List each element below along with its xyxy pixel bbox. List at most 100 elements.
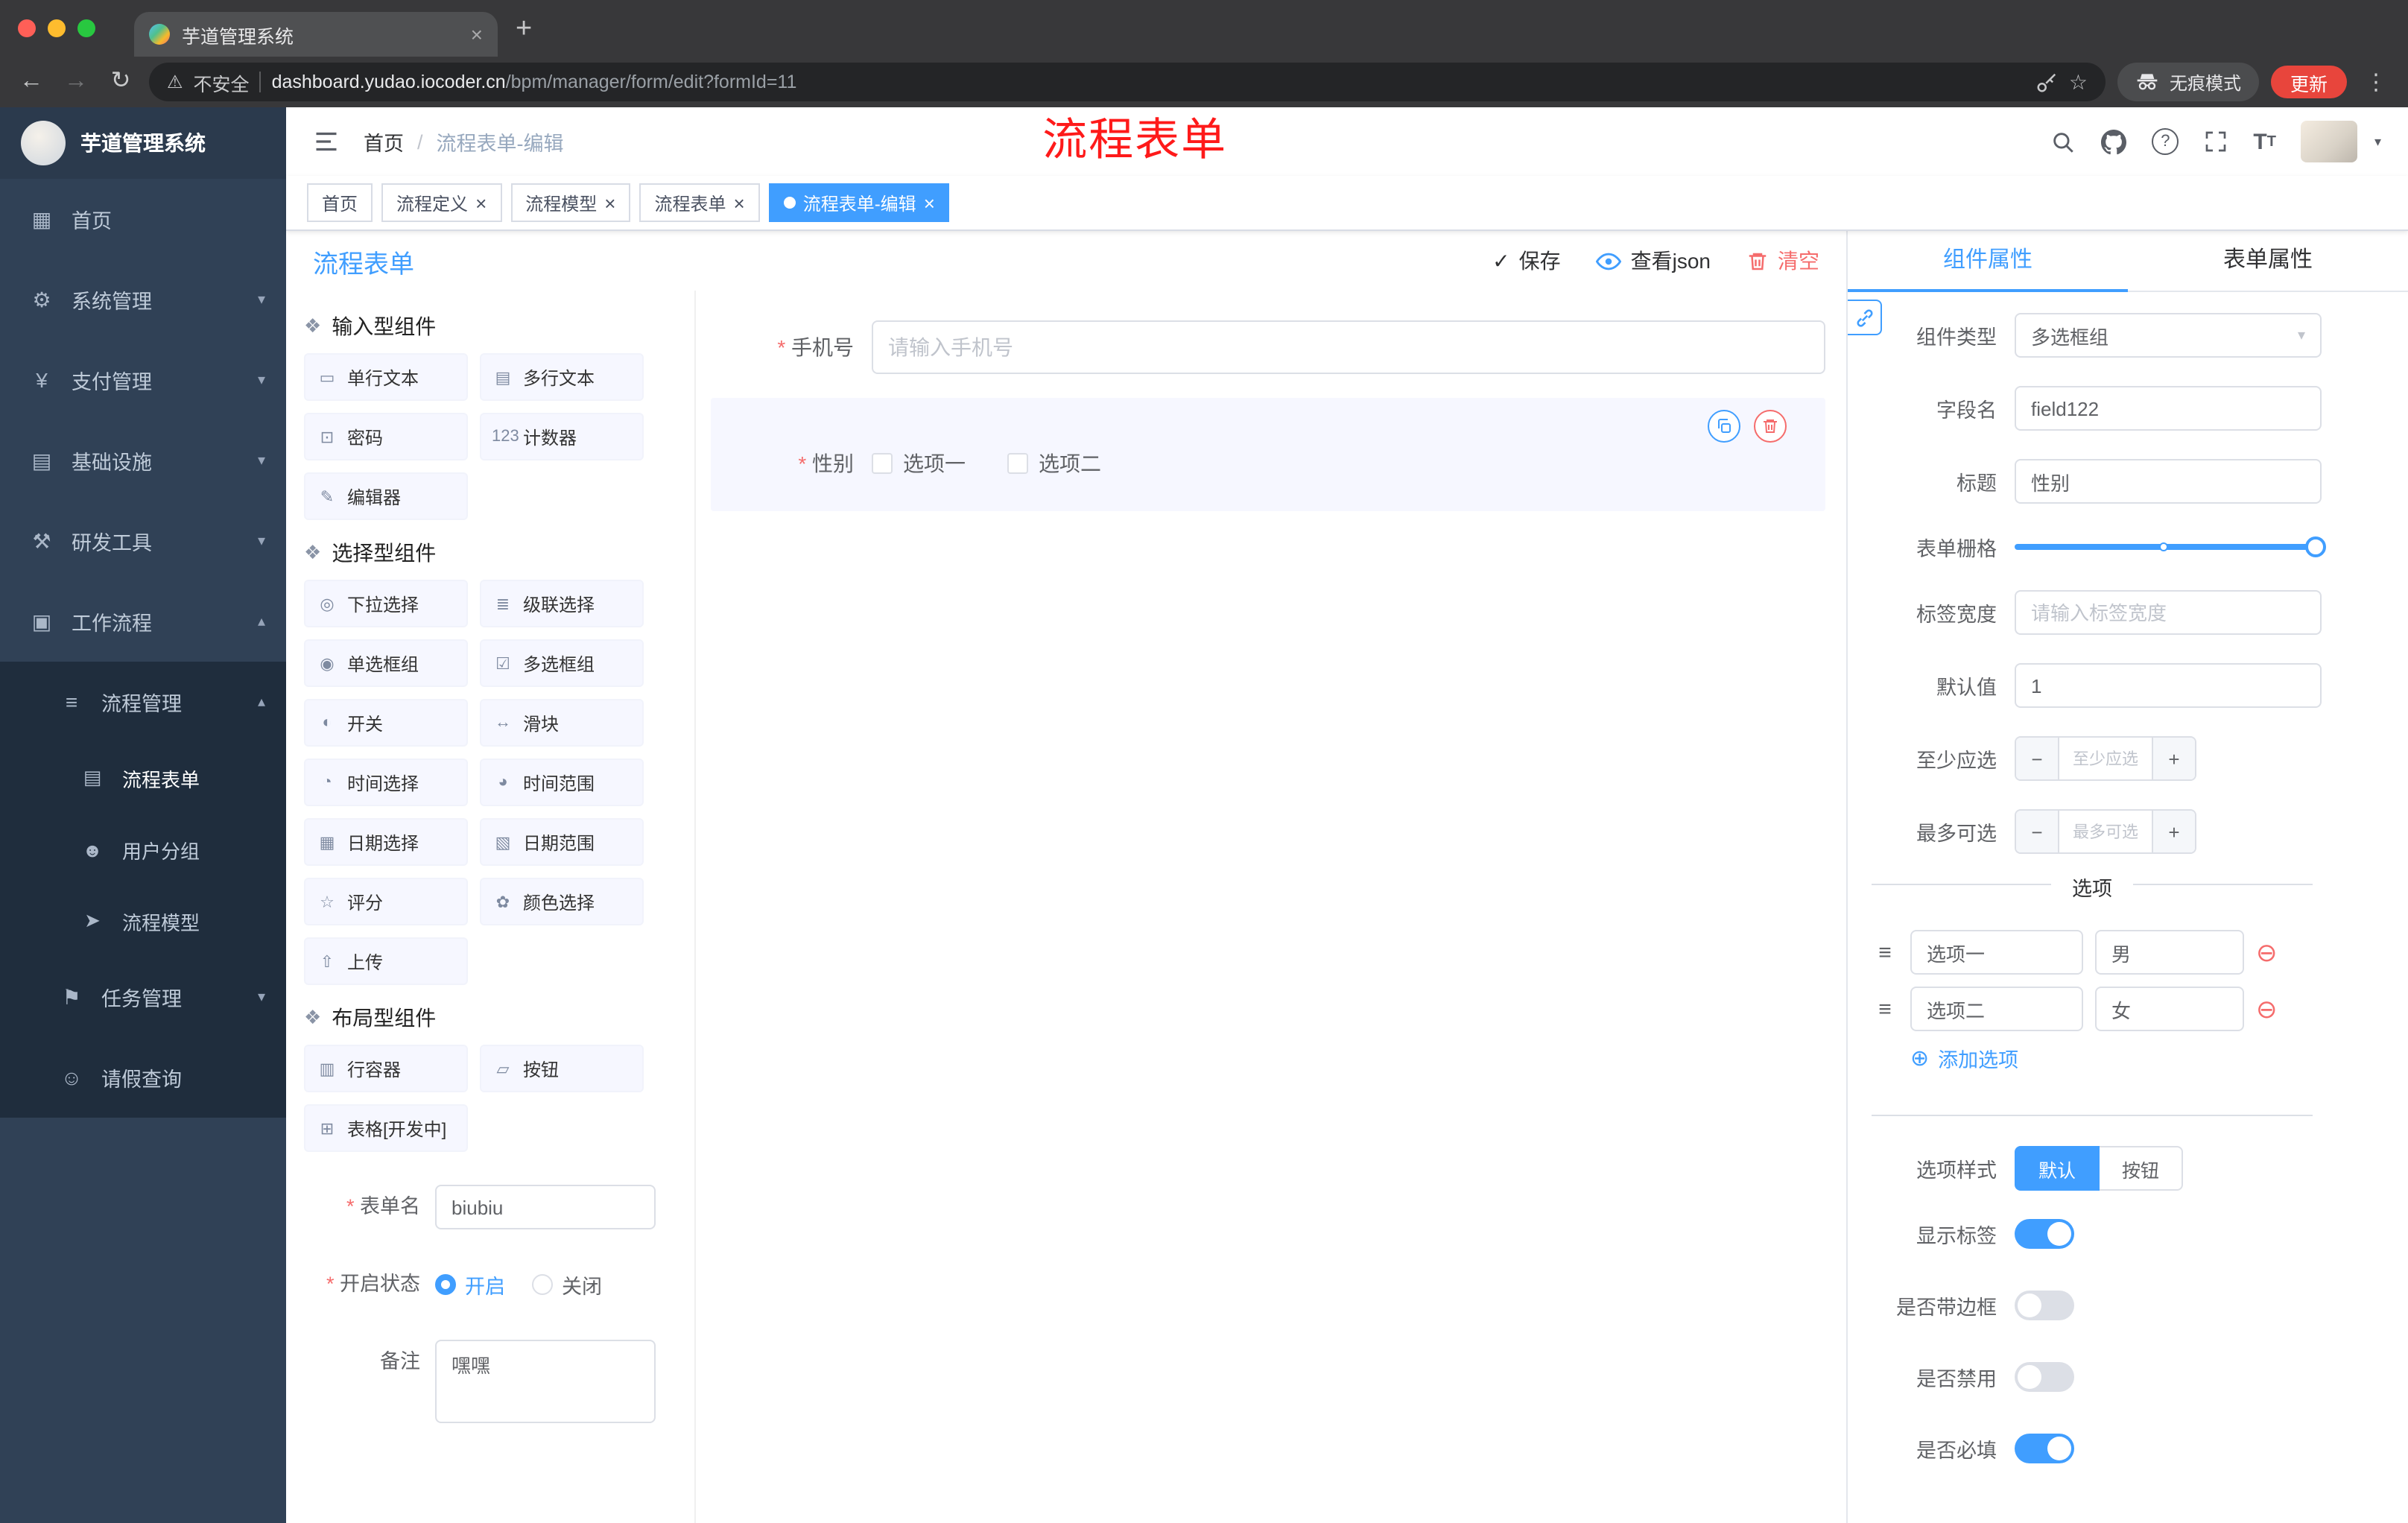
component-radio-group[interactable]: ◉ 单选框组 — [304, 639, 468, 687]
phone-input[interactable] — [872, 320, 1825, 374]
tag-process-model[interactable]: 流程模型 × — [510, 183, 631, 222]
component-single-line-text[interactable]: ▭ 单行文本 — [304, 353, 468, 401]
disabled-switch[interactable] — [2015, 1362, 2074, 1392]
hamburger-icon[interactable] — [313, 128, 340, 155]
drag-handle-icon[interactable]: ≡ — [1872, 940, 1898, 965]
label-width-input[interactable] — [2015, 590, 2322, 635]
avatar-caret-icon[interactable]: ▾ — [2374, 133, 2381, 150]
component-time-range[interactable]: ◕ 时间范围 — [480, 759, 644, 806]
checkbox[interactable] — [1007, 453, 1028, 474]
reload-button[interactable]: ↻ — [104, 69, 137, 94]
new-tab-button[interactable]: + — [516, 14, 532, 42]
address-bar[interactable]: ⚠ 不安全 dashboard.yudao.iocoder.cn/bpm/man… — [149, 63, 2106, 101]
gender-field-row[interactable]: 性别 选项一 选项二 — [711, 449, 1825, 478]
increase-button[interactable]: + — [2152, 738, 2195, 779]
component-type-select[interactable]: 多选框组 ▾ — [2015, 313, 2322, 358]
gender-option-2[interactable]: 选项二 — [1007, 449, 1101, 478]
decrease-button[interactable]: − — [2016, 738, 2059, 779]
sidebar-item-process-model[interactable]: ➤ 流程模型 — [0, 885, 286, 957]
delete-component-button[interactable] — [1754, 410, 1787, 443]
component-upload[interactable]: ⇧ 上传 — [304, 937, 468, 985]
tag-close-icon[interactable]: × — [475, 193, 487, 212]
update-button[interactable]: 更新 — [2270, 66, 2347, 98]
add-option-button[interactable]: ⊕ 添加选项 — [1910, 1043, 2322, 1073]
slider-handle[interactable] — [2305, 536, 2326, 557]
clear-button[interactable]: 清空 — [1746, 246, 1819, 276]
tag-close-icon[interactable]: × — [734, 193, 745, 212]
option-label-input[interactable] — [1910, 987, 2083, 1031]
help-icon[interactable]: ? — [2152, 128, 2179, 155]
sidebar-item-home[interactable]: ▦ 首页 — [0, 179, 286, 259]
tag-process-form[interactable]: 流程表单 × — [639, 183, 760, 222]
option-label-input[interactable] — [1910, 930, 2083, 975]
back-button[interactable]: ← — [15, 69, 48, 94]
fullscreen-icon[interactable] — [2204, 130, 2228, 153]
browser-menu-icon[interactable]: ⋮ — [2359, 69, 2393, 95]
user-avatar[interactable] — [2301, 121, 2358, 162]
sidebar-item-leave-query[interactable]: ☺ 请假查询 — [0, 1037, 286, 1118]
component-time-picker[interactable]: ◔ 时间选择 — [304, 759, 468, 806]
sidebar-item-devtools[interactable]: ⚒ 研发工具 ▾ — [0, 501, 286, 581]
gender-option-1[interactable]: 选项一 — [872, 449, 966, 478]
style-default-button[interactable]: 默认 — [2015, 1146, 2100, 1191]
checkbox[interactable] — [872, 453, 893, 474]
view-json-button[interactable]: 查看json — [1596, 246, 1711, 276]
browser-tab[interactable]: 芋道管理系统 × — [134, 12, 498, 57]
min-select-value[interactable]: 至少应选 — [2059, 738, 2152, 779]
component-slider[interactable]: ↔ 滑块 — [480, 699, 644, 747]
tag-close-icon[interactable]: × — [604, 193, 615, 212]
option-value-input[interactable] — [2095, 987, 2244, 1031]
form-grid-slider[interactable] — [2015, 536, 2326, 557]
window-close-button[interactable] — [18, 19, 36, 37]
search-icon[interactable] — [2050, 129, 2076, 154]
required-switch[interactable] — [2015, 1434, 2074, 1463]
drag-handle-icon[interactable]: ≡ — [1872, 996, 1898, 1022]
tag-close-icon[interactable]: × — [924, 193, 935, 212]
component-button[interactable]: ▱ 按钮 — [480, 1045, 644, 1092]
component-date-range[interactable]: ▧ 日期范围 — [480, 818, 644, 866]
sidebar-item-infra[interactable]: ▤ 基础设施 ▾ — [0, 420, 286, 501]
component-cascader[interactable]: ≣ 级联选择 — [480, 580, 644, 627]
tag-process-definition[interactable]: 流程定义 × — [381, 183, 502, 222]
field-name-input[interactable] — [2015, 386, 2322, 431]
form-name-input[interactable] — [435, 1185, 656, 1229]
password-key-icon[interactable] — [2036, 71, 2059, 93]
github-icon[interactable] — [2101, 129, 2127, 154]
window-zoom-button[interactable] — [77, 19, 95, 37]
tag-home[interactable]: 首页 — [307, 183, 373, 222]
tab-component-props[interactable]: 组件属性 — [1848, 231, 2128, 292]
sidebar-item-payment[interactable]: ¥ 支付管理 ▾ — [0, 340, 286, 420]
sidebar-item-task-mgmt[interactable]: ⚑ 任务管理 ▾ — [0, 957, 286, 1037]
forward-button[interactable]: → — [60, 69, 92, 94]
form-remark-textarea[interactable]: 嘿嘿 — [435, 1340, 656, 1423]
phone-field-row[interactable]: 手机号 — [711, 320, 1825, 374]
component-table-dev[interactable]: ⊞ 表格[开发中] — [304, 1104, 468, 1152]
sidebar-item-process-form[interactable]: ▤ 流程表单 — [0, 742, 286, 814]
status-on-radio[interactable]: 开启 — [435, 1270, 505, 1299]
sidebar-item-user-group[interactable]: ☻ 用户分组 — [0, 814, 286, 885]
max-select-value[interactable]: 最多可选 — [2059, 811, 2152, 852]
copy-component-button[interactable] — [1708, 410, 1740, 443]
default-value-input[interactable] — [2015, 663, 2322, 708]
component-rate[interactable]: ☆ 评分 — [304, 878, 468, 925]
component-checkbox-group[interactable]: ☑ 多选框组 — [480, 639, 644, 687]
remove-option-icon[interactable]: ⊖ — [2256, 940, 2278, 965]
style-button-button[interactable]: 按钮 — [2100, 1146, 2184, 1191]
font-size-icon[interactable]: TT — [2253, 129, 2276, 154]
sidebar-item-process-mgmt[interactable]: ≡ 流程管理 ▴ — [0, 662, 286, 742]
component-editor[interactable]: ✎ 编辑器 — [304, 472, 468, 520]
window-minimize-button[interactable] — [48, 19, 66, 37]
decrease-button[interactable]: − — [2016, 811, 2059, 852]
option-value-input[interactable] — [2095, 930, 2244, 975]
status-off-radio[interactable]: 关闭 — [532, 1270, 602, 1299]
sidebar-item-system[interactable]: ⚙ 系统管理 ▾ — [0, 259, 286, 340]
show-label-switch[interactable] — [2015, 1219, 2074, 1249]
form-canvas[interactable]: 手机号 — [696, 291, 1846, 1523]
component-multiline-text[interactable]: ▤ 多行文本 — [480, 353, 644, 401]
component-color-picker[interactable]: ✿ 颜色选择 — [480, 878, 644, 925]
bookmark-star-icon[interactable]: ☆ — [2069, 69, 2088, 95]
title-input[interactable] — [2015, 459, 2322, 504]
sidebar-item-workflow[interactable]: ▣ 工作流程 ▴ — [0, 581, 286, 662]
tab-form-props[interactable]: 表单属性 — [2128, 231, 2408, 291]
save-button[interactable]: ✓ 保存 — [1492, 246, 1560, 276]
